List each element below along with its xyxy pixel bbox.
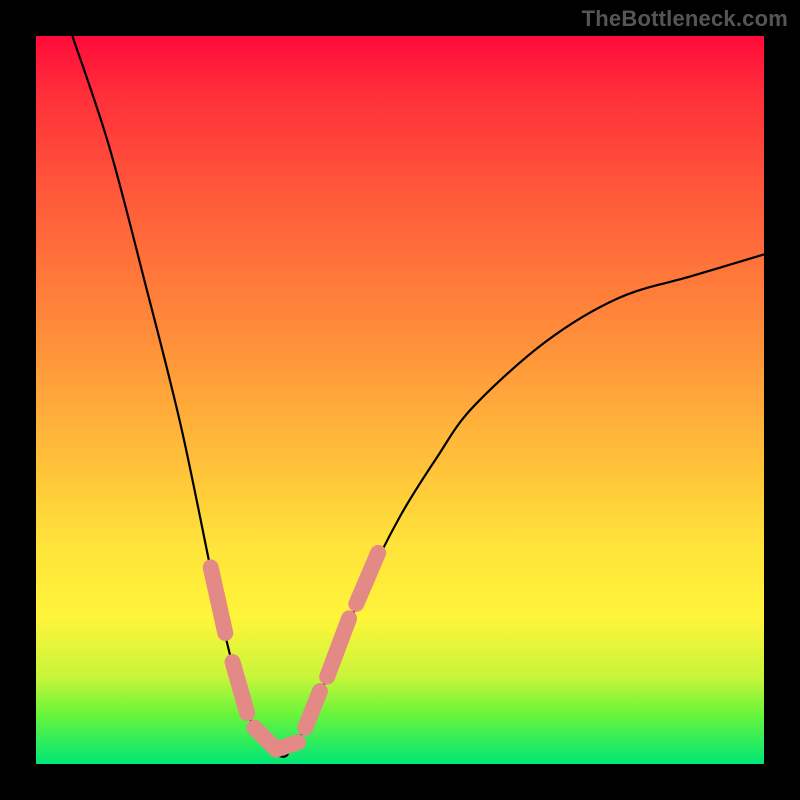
watermark-text: TheBottleneck.com	[582, 6, 788, 32]
bottleneck-curve-svg	[36, 36, 764, 764]
highlight-bead	[305, 691, 320, 727]
highlight-bead	[233, 662, 248, 713]
highlight-beads	[211, 553, 378, 750]
highlight-bead	[327, 618, 349, 676]
highlight-bead	[276, 742, 298, 749]
plot-gradient-area	[36, 36, 764, 764]
chart-frame: TheBottleneck.com	[0, 0, 800, 800]
bottleneck-curve-path	[72, 36, 764, 757]
highlight-bead	[356, 553, 378, 604]
highlight-bead	[211, 567, 226, 633]
